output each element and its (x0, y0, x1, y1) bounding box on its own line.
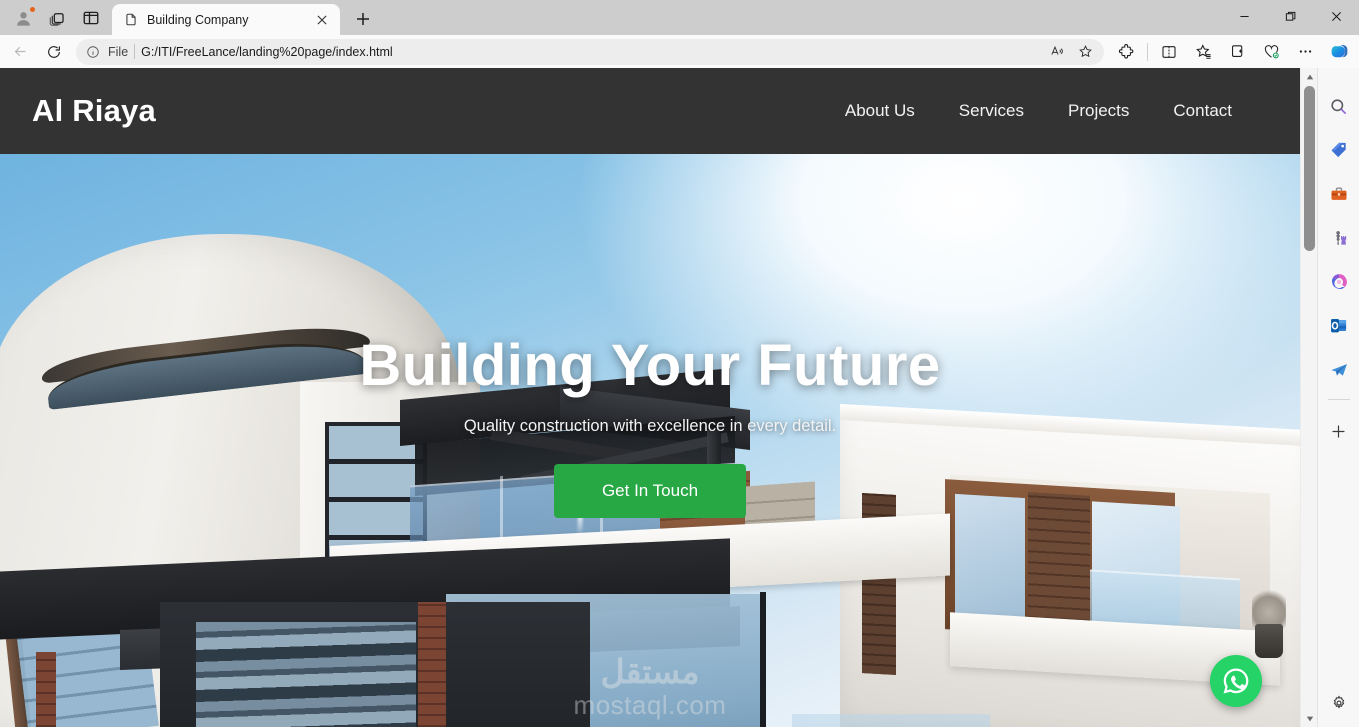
get-in-touch-button[interactable]: Get In Touch (553, 464, 747, 518)
hero-subtitle: Quality construction with excellence in … (463, 417, 837, 435)
tab-groups-icon[interactable] (40, 3, 74, 33)
page-scrollbar[interactable] (1300, 68, 1317, 727)
customize-sidebar-icon[interactable] (1323, 415, 1355, 447)
address-bar[interactable]: File G:/ITI/FreeLance/landing%20page/ind… (76, 38, 1104, 65)
page-document-icon (124, 12, 138, 27)
omnibox-actions (1044, 40, 1098, 64)
whatsapp-float-button[interactable] (1210, 655, 1262, 707)
nav-link-projects[interactable]: Projects (1046, 95, 1151, 127)
profile-avatar-icon[interactable] (6, 3, 40, 33)
outlook-icon[interactable] (1323, 310, 1355, 342)
toolbar-divider (1147, 42, 1148, 61)
games-icon[interactable] (1323, 222, 1355, 254)
scrollbar-thumb[interactable] (1304, 86, 1315, 251)
reload-icon[interactable] (38, 38, 70, 66)
search-icon[interactable] (1323, 90, 1355, 122)
sidebar-divider (1327, 399, 1350, 400)
split-screen-icon[interactable] (1153, 38, 1185, 66)
hero-section: Building Your Future Quality constructio… (0, 154, 1300, 727)
landing-page: Al Riaya About Us Services Projects Cont… (0, 68, 1300, 727)
omnibox-divider (134, 44, 136, 59)
extensions-icon[interactable] (1110, 38, 1142, 66)
window-maximize-button[interactable] (1267, 0, 1313, 33)
nav-link-contact[interactable]: Contact (1151, 95, 1254, 127)
star-outline-icon[interactable] (1072, 40, 1098, 64)
settings-more-icon[interactable] (1289, 38, 1321, 66)
hero-title: Building Your Future (359, 333, 941, 398)
page-viewport: Al Riaya About Us Services Projects Cont… (0, 68, 1317, 727)
shopping-tag-icon[interactable] (1323, 134, 1355, 166)
window-close-button[interactable] (1313, 0, 1359, 33)
tab-strip: Building Company (0, 0, 1359, 35)
edge-browser-window: Building Company File G:/ITI/FreeLance/l… (0, 0, 1359, 727)
nav-link-services[interactable]: Services (937, 95, 1046, 127)
browser-essentials-split-icon[interactable] (74, 3, 108, 33)
window-controls (1221, 0, 1359, 35)
info-circle-icon[interactable] (84, 45, 102, 59)
site-navbar: Al Riaya About Us Services Projects Cont… (0, 68, 1300, 154)
sidebar-settings-gear-icon[interactable] (1323, 687, 1355, 719)
new-tab-button[interactable] (348, 5, 378, 33)
copilot-icon[interactable] (1323, 38, 1355, 66)
url-text: G:/ITI/FreeLance/landing%20page/index.ht… (141, 44, 393, 59)
back-arrow-icon[interactable] (4, 38, 36, 66)
profile-notification-dot (29, 6, 36, 13)
browser-essentials-icon[interactable] (1255, 38, 1287, 66)
url-scheme-label: File (108, 44, 129, 59)
scrollbar-up-arrow[interactable] (1301, 68, 1318, 85)
tab-close-button[interactable] (312, 10, 332, 30)
edge-sidebar (1317, 68, 1359, 727)
site-nav-links: About Us Services Projects Contact (823, 95, 1270, 127)
window-minimize-button[interactable] (1221, 0, 1267, 33)
scrollbar-down-arrow[interactable] (1301, 710, 1318, 727)
collections-icon[interactable] (1221, 38, 1253, 66)
hero-content: Building Your Future Quality constructio… (0, 154, 1300, 727)
tab-title: Building Company (147, 12, 249, 27)
browser-tab[interactable]: Building Company (112, 4, 340, 35)
microsoft-365-icon[interactable] (1323, 266, 1355, 298)
telegram-icon[interactable] (1323, 354, 1355, 386)
browser-toolbar: File G:/ITI/FreeLance/landing%20page/ind… (0, 35, 1359, 68)
nav-link-about-us[interactable]: About Us (823, 95, 937, 127)
favorites-icon[interactable] (1187, 38, 1219, 66)
read-aloud-icon[interactable] (1044, 40, 1070, 64)
site-brand-logo[interactable]: Al Riaya (32, 93, 156, 129)
tools-briefcase-icon[interactable] (1323, 178, 1355, 210)
